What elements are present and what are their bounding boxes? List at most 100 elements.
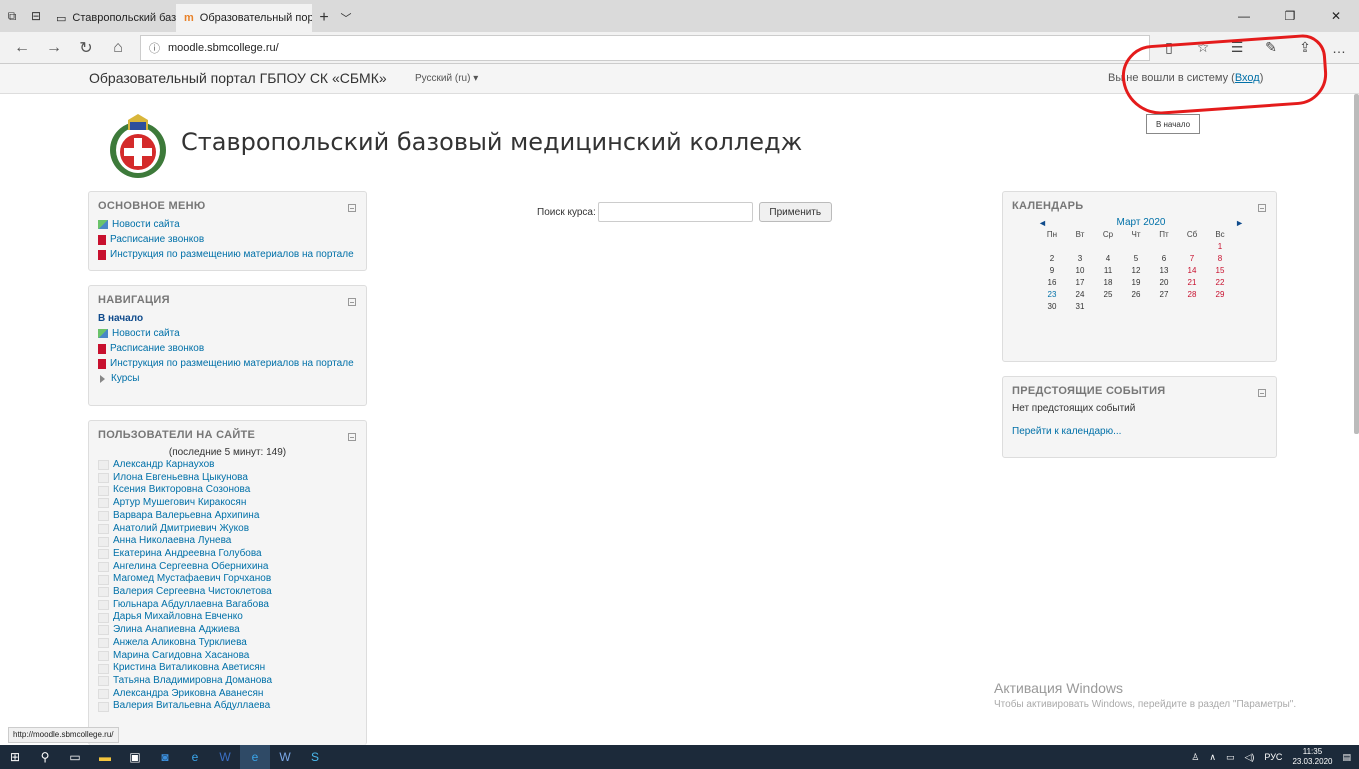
forward-icon[interactable]: →: [38, 34, 70, 62]
word-doc-icon[interactable]: W: [270, 745, 300, 769]
volume-icon[interactable]: ◁): [1244, 752, 1254, 763]
network-icon[interactable]: ▭: [1226, 752, 1235, 763]
tab-list-chevron-icon[interactable]: ﹀: [336, 4, 356, 32]
calendar-day[interactable]: 22: [1206, 276, 1234, 288]
collapse-icon[interactable]: [348, 433, 356, 441]
search-submit-button[interactable]: Применить: [758, 202, 832, 222]
calendar-day[interactable]: 10: [1066, 264, 1094, 276]
word-icon[interactable]: W: [210, 745, 240, 769]
home-icon[interactable]: ⌂: [102, 34, 134, 62]
calendar-day[interactable]: 16: [1038, 276, 1066, 288]
calendar-day[interactable]: 17: [1066, 276, 1094, 288]
calendar-day[interactable]: 12: [1122, 264, 1150, 276]
tab-college-site[interactable]: ▭ Ставропольский базовый ::: [48, 4, 176, 32]
calendar-day[interactable]: 25: [1094, 288, 1122, 300]
ie-icon[interactable]: e: [180, 745, 210, 769]
online-user-link[interactable]: Варвара Валерьевна Архипина: [98, 510, 357, 523]
calendar-day[interactable]: 26: [1122, 288, 1150, 300]
file-explorer-icon[interactable]: ▬: [90, 745, 120, 769]
tray-chevron-icon[interactable]: ∧: [1209, 752, 1216, 763]
calendar-day[interactable]: 31: [1066, 300, 1094, 312]
menu-instruction-link[interactable]: Инструкция по размещению материалов на п…: [98, 247, 357, 262]
online-user-link[interactable]: Татьяна Владимировна Доманова: [98, 675, 357, 688]
store-icon[interactable]: ▣: [120, 745, 150, 769]
go-to-calendar-link[interactable]: Перейти к календарю...: [1012, 424, 1267, 439]
online-user-link[interactable]: Марина Сагидовна Хасанова: [98, 650, 357, 663]
calendar-day[interactable]: 4: [1094, 252, 1122, 264]
online-user-link[interactable]: Элина Анапиевна Аджиева: [98, 624, 357, 637]
calendar-month-link[interactable]: Март 2020: [1117, 217, 1166, 228]
calendar-day[interactable]: 14: [1178, 264, 1206, 276]
online-user-link[interactable]: Ангелина Сергеевна Обернихина: [98, 561, 357, 574]
new-tab-icon[interactable]: +: [312, 4, 336, 32]
tab-preview-icon[interactable]: ⊟: [24, 0, 48, 32]
online-user-link[interactable]: Валерия Витальевна Абдуллаева: [98, 700, 357, 713]
search-icon[interactable]: ⚲: [30, 745, 60, 769]
online-user-link[interactable]: Кристина Виталиковна Аветисян: [98, 662, 357, 675]
online-user-link[interactable]: Анатолий Дмитриевич Жуков: [98, 523, 357, 536]
tab-moodle-portal[interactable]: m Образовательный пор ✕: [176, 4, 312, 32]
calendar-day[interactable]: 29: [1206, 288, 1234, 300]
nav-schedule-link[interactable]: Расписание звонков: [98, 341, 357, 356]
tabs-aside-icon[interactable]: ⧉: [0, 0, 24, 32]
online-user-link[interactable]: Анна Николаевна Лунева: [98, 535, 357, 548]
language-indicator[interactable]: РУС: [1264, 752, 1282, 762]
calendar-day[interactable]: 11: [1094, 264, 1122, 276]
language-menu[interactable]: Русский (ru) ▾: [415, 73, 478, 84]
calendar-day[interactable]: 24: [1066, 288, 1094, 300]
menu-schedule-link[interactable]: Расписание звонков: [98, 232, 357, 247]
online-user-link[interactable]: Екатерина Андреевна Голубова: [98, 548, 357, 561]
calendar-day[interactable]: 3: [1066, 252, 1094, 264]
calendar-day[interactable]: 9: [1038, 264, 1066, 276]
calendar-day[interactable]: 1: [1206, 240, 1234, 252]
online-user-link[interactable]: Дарья Михайловна Евченко: [98, 611, 357, 624]
collapse-icon[interactable]: [1258, 204, 1266, 212]
minimize-icon[interactable]: —: [1221, 0, 1267, 32]
clock[interactable]: 11:35 23.03.2020: [1292, 747, 1332, 767]
collapse-icon[interactable]: [1258, 389, 1266, 397]
calendar-day[interactable]: 5: [1122, 252, 1150, 264]
online-user-link[interactable]: Анжела Аликовна Турклиева: [98, 637, 357, 650]
collapse-icon[interactable]: [348, 298, 356, 306]
close-window-icon[interactable]: ✕: [1313, 0, 1359, 32]
outlook-icon[interactable]: ◙: [150, 745, 180, 769]
start-windows-icon[interactable]: ⊞: [0, 745, 30, 769]
people-icon[interactable]: ♙: [1191, 752, 1199, 763]
nav-news-link[interactable]: Новости сайта: [98, 326, 357, 341]
online-user-link[interactable]: Магомед Мустафаевич Горчханов: [98, 573, 357, 586]
online-user-link[interactable]: Александр Карнаухов: [98, 459, 357, 472]
skype-icon[interactable]: S: [300, 745, 330, 769]
online-user-link[interactable]: Гюльнара Абдуллаевна Вагабова: [98, 599, 357, 612]
calendar-day[interactable]: 21: [1178, 276, 1206, 288]
calendar-day[interactable]: 19: [1122, 276, 1150, 288]
online-user-link[interactable]: Артур Мушегович Киракосян: [98, 497, 357, 510]
calendar-day[interactable]: 8: [1206, 252, 1234, 264]
calendar-day[interactable]: 13: [1150, 264, 1178, 276]
nav-courses-link[interactable]: Курсы: [98, 371, 357, 386]
edge-icon[interactable]: e: [240, 745, 270, 769]
calendar-day[interactable]: 6: [1150, 252, 1178, 264]
refresh-icon[interactable]: ↻: [70, 34, 102, 62]
online-user-link[interactable]: Валерия Сергеевна Чистоклетова: [98, 586, 357, 599]
prev-month-icon[interactable]: ◄: [1038, 218, 1047, 228]
calendar-day[interactable]: 30: [1038, 300, 1066, 312]
online-user-link[interactable]: Илона Евгеньевна Цыкунова: [98, 472, 357, 485]
url-field[interactable]: ⓘ moodle.sbmcollege.ru/: [140, 34, 1150, 61]
site-name-link[interactable]: Образовательный портал ГБПОУ СК «СБМК»: [89, 70, 387, 86]
online-user-link[interactable]: Александра Эриковна Аванесян: [98, 688, 357, 701]
notifications-icon[interactable]: ▤: [1342, 752, 1351, 763]
calendar-day[interactable]: 15: [1206, 264, 1234, 276]
course-search-input[interactable]: [597, 202, 753, 222]
collapse-icon[interactable]: [348, 204, 356, 212]
page-scrollbar[interactable]: [1354, 94, 1359, 434]
menu-news-link[interactable]: Новости сайта: [98, 217, 357, 232]
calendar-day[interactable]: 23: [1038, 288, 1066, 300]
calendar-day[interactable]: 2: [1038, 252, 1066, 264]
next-month-icon[interactable]: ►: [1235, 218, 1244, 228]
back-icon[interactable]: ←: [6, 34, 38, 62]
calendar-day[interactable]: 27: [1150, 288, 1178, 300]
calendar-day[interactable]: 28: [1178, 288, 1206, 300]
task-view-icon[interactable]: ▭: [60, 745, 90, 769]
nav-instruction-link[interactable]: Инструкция по размещению материалов на п…: [98, 356, 357, 371]
online-user-link[interactable]: Ксения Викторовна Созонова: [98, 484, 357, 497]
